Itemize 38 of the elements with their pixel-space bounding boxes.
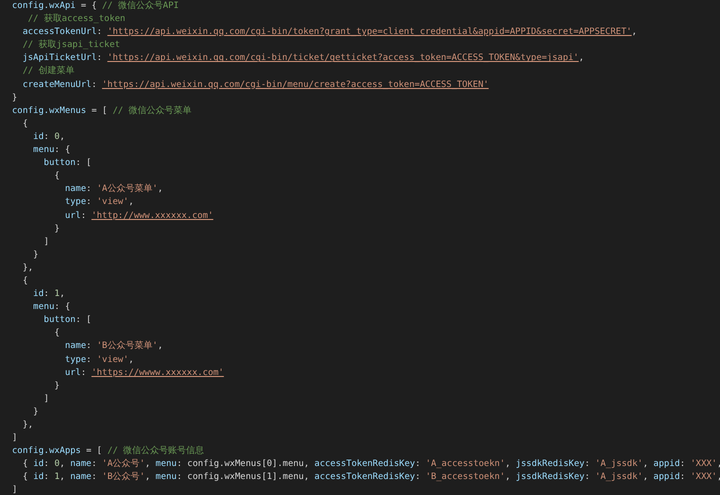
code-line: ]	[42, 392, 50, 406]
code-line: ]	[42, 236, 50, 249]
code-line: }	[12, 92, 18, 105]
code-line: {	[22, 274, 28, 288]
code-line: { id: 1, name: 'B公众号', menu: config.wxMenus[1].menu, accessTokenRedisKey: 'B_accesstoekn', jssdkRedisKey: 'A_jssdk', appid: 'XXX',	[22, 471, 720, 484]
code-line: config.wxApi = { // 微信公众号API	[12, 0, 179, 13]
code-line: ]	[12, 484, 18, 495]
code-line: }	[32, 406, 38, 419]
code-line: button: [	[42, 157, 92, 170]
code-line: url: 'https://wwww.xxxxxx.com'	[64, 366, 224, 380]
code-line: },	[22, 262, 34, 275]
code-line: // 获取access_token	[26, 13, 126, 26]
code-line: ]	[12, 432, 18, 446]
code-line: }	[53, 380, 60, 393]
code-line: url: 'http://www.xxxxxx.com'	[64, 210, 214, 222]
code-line: id: 0,	[32, 130, 65, 144]
code-line: type: 'view',	[64, 196, 134, 210]
code-line: name: 'B公众号菜单',	[64, 340, 163, 354]
code-line: }	[53, 222, 60, 236]
code-line: // 获取jsapi_ticket	[22, 39, 120, 52]
code-line: type: 'view',	[64, 354, 134, 367]
code-line: id: 1,	[32, 288, 65, 302]
code-line: menu: {	[32, 144, 70, 158]
code-line: },	[22, 419, 34, 432]
code-line: {	[53, 327, 60, 340]
code-line: {	[53, 170, 60, 184]
code-line: config.wxMenus = [ // 微信公众号菜单	[12, 104, 192, 118]
code-line: config.wxApps = [ // 微信公众号账号信息	[12, 445, 204, 458]
code-line: button: [	[42, 314, 92, 328]
code-line: name: 'A公众号菜单',	[64, 183, 163, 196]
code-line: {	[22, 118, 28, 131]
code-line: createMenuUrl: 'https://api.weixin.qq.com/cgi-bin/menu/create?access_token=ACCESS_TOKEN'	[22, 78, 489, 92]
code-line: menu: {	[32, 301, 70, 314]
code-line: { id: 0, name: 'A公众号', menu: config.wxMenus[0].menu, accessTokenRedisKey: 'A_accesstoekn', jssdkRedisKey: 'A_jssdk', appid: 'XXX',	[22, 458, 720, 472]
code-line: // 创建菜单	[22, 65, 74, 78]
code-line: }	[32, 248, 38, 262]
code-line: accessTokenUrl: 'https://api.weixin.qq.com/cgi-bin/token?grant_type=client_credential&appid=APPID&secret=APPSECRET',	[22, 26, 637, 40]
code-line: jsApiTicketUrl: 'https://api.weixin.qq.com/cgi-bin/ticket/getticket?access_token=ACCESS_TOKEN&type=jsapi',	[22, 52, 584, 66]
